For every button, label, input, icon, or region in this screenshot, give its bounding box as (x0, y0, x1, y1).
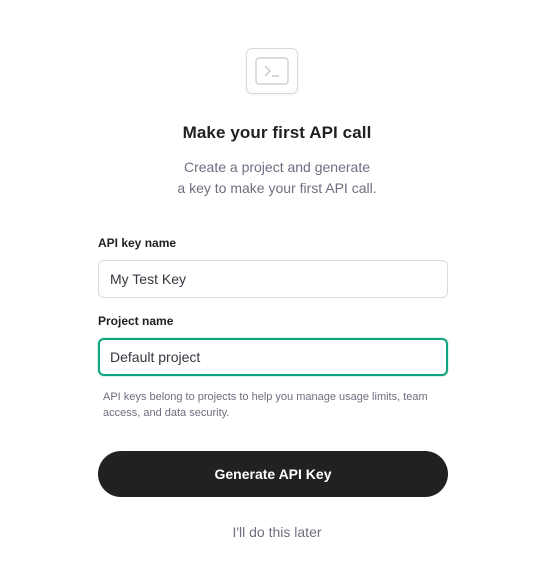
help-text: API keys belong to projects to help you … (103, 391, 428, 419)
dialog-title: Make your first API call (182, 123, 372, 142)
subtitle-line-1: Create a project and generate (183, 159, 370, 175)
do-this-later-link[interactable]: I'll do this later (0, 524, 554, 540)
api-key-name-input[interactable] (98, 260, 448, 298)
subtitle-line-2: a key to make your first API call. (177, 180, 377, 196)
project-name-label: Project name (98, 314, 174, 328)
generate-api-key-button[interactable]: Generate API Key (98, 451, 448, 497)
project-name-input[interactable] (98, 338, 448, 376)
terminal-icon (246, 48, 298, 94)
api-key-name-label: API key name (98, 236, 177, 250)
create-api-key-dialog: Make your first API call Create a projec… (0, 0, 554, 577)
dialog-subtitle: Create a project and generate a key to m… (0, 157, 554, 199)
